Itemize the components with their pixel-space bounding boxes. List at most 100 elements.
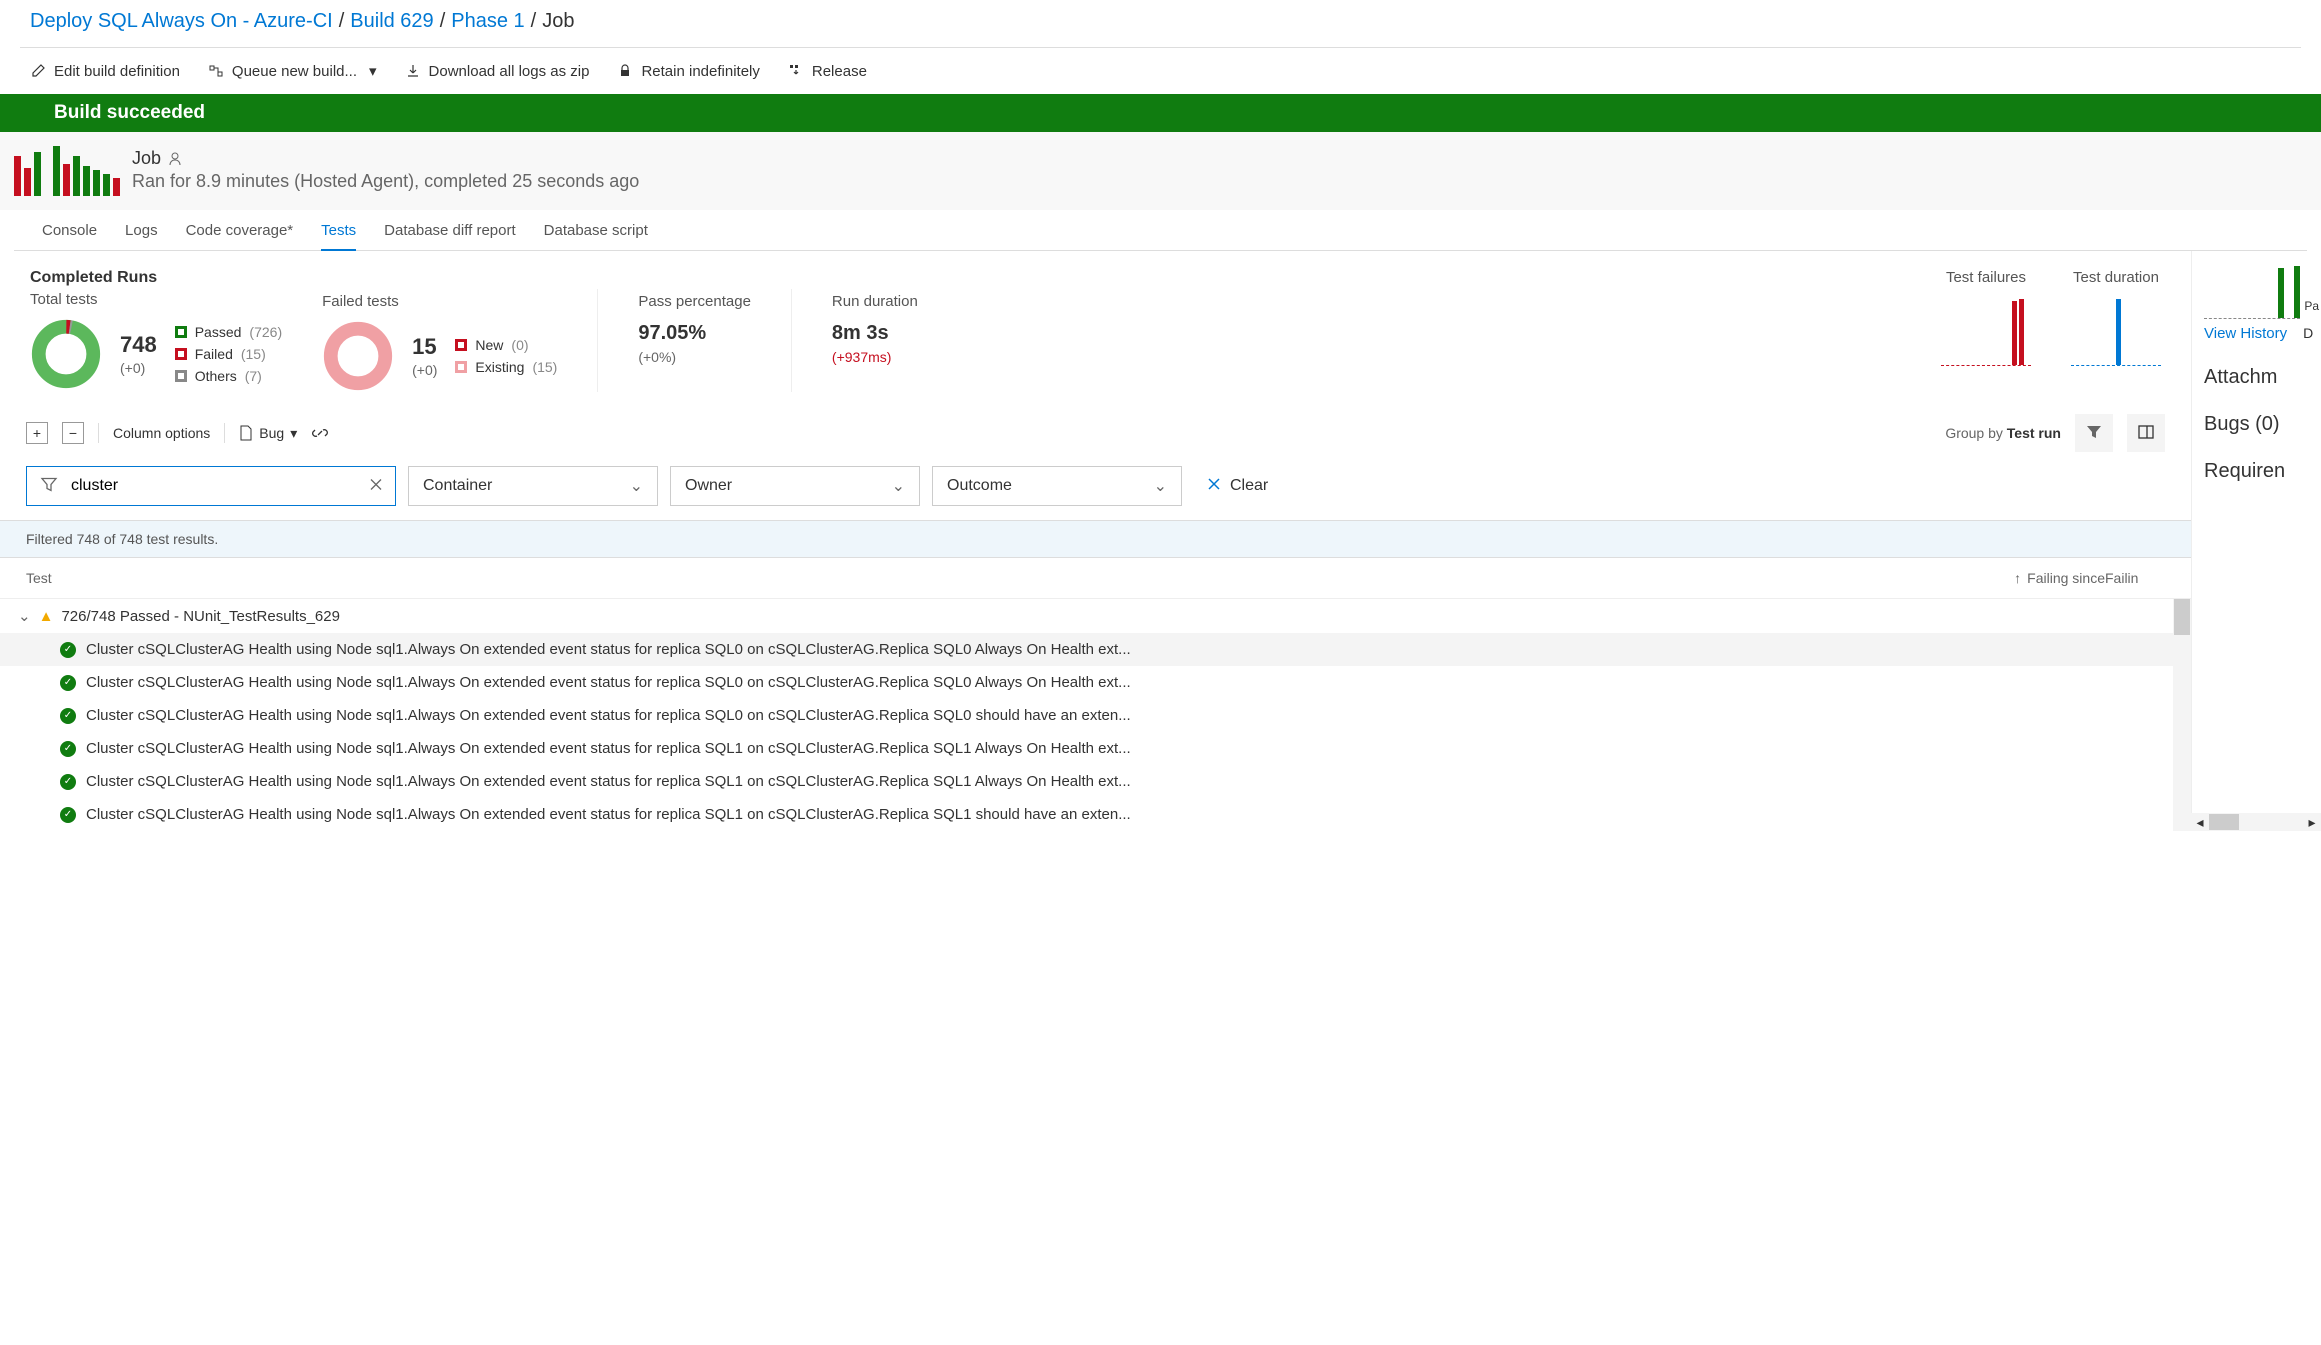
result-group-row[interactable]: ⌄ ▲ 726/748 Passed - NUnit_TestResults_6… bbox=[0, 599, 2191, 633]
col-failing-build[interactable]: Failin bbox=[2105, 570, 2165, 586]
owner-dropdown[interactable]: Owner⌄ bbox=[670, 466, 920, 506]
pass-icon: ✓ bbox=[60, 708, 76, 724]
collapse-all-button[interactable]: − bbox=[62, 422, 84, 444]
col-failing-since[interactable]: ↑ Failing since bbox=[2014, 570, 2105, 586]
lock-icon bbox=[617, 63, 633, 79]
arrow-up-icon: ↑ bbox=[2014, 570, 2021, 586]
test-name: Cluster cSQLClusterAG Health using Node … bbox=[86, 707, 1131, 724]
chevron-down-icon: ⌄ bbox=[18, 607, 31, 625]
search-input[interactable] bbox=[26, 466, 396, 506]
breadcrumb-build[interactable]: Build 629 bbox=[350, 10, 433, 33]
tab-tests[interactable]: Tests bbox=[321, 222, 356, 251]
test-name: Cluster cSQLClusterAG Health using Node … bbox=[86, 806, 1131, 823]
test-summary: Completed Runs Total tests 748 (+0) Pass… bbox=[0, 251, 2191, 400]
chevron-down-icon: ⌄ bbox=[892, 476, 905, 496]
download-logs-button[interactable]: Download all logs as zip bbox=[405, 63, 590, 80]
failed-count: (15) bbox=[241, 346, 266, 362]
group-by-label: Group by Test run bbox=[1945, 425, 2061, 441]
failed-tests-label: Failed tests bbox=[322, 293, 557, 310]
tab-logs[interactable]: Logs bbox=[125, 222, 158, 250]
results-list: ⌄ ▲ 726/748 Passed - NUnit_TestResults_6… bbox=[0, 599, 2191, 831]
new-count: (0) bbox=[511, 337, 528, 353]
download-icon bbox=[405, 63, 421, 79]
link-button[interactable] bbox=[311, 424, 329, 442]
run-dur-value: 8m 3s bbox=[832, 322, 918, 345]
pass-icon: ✓ bbox=[60, 642, 76, 658]
side-pa-label: Pa bbox=[2304, 299, 2319, 313]
release-label: Release bbox=[812, 63, 867, 80]
job-subtitle: Ran for 8.9 minutes (Hosted Agent), comp… bbox=[132, 171, 639, 192]
run-dur-label: Run duration bbox=[832, 293, 918, 310]
others-label: Others bbox=[195, 368, 237, 384]
job-header: Job Ran for 8.9 minutes (Hosted Agent), … bbox=[0, 132, 2321, 210]
pass-icon: ✓ bbox=[60, 741, 76, 757]
tab-console[interactable]: Console bbox=[42, 222, 97, 250]
release-icon bbox=[788, 63, 804, 79]
queue-label: Queue new build... bbox=[232, 63, 357, 80]
chevron-down-icon: ⌄ bbox=[1154, 476, 1167, 496]
tab-database-diff[interactable]: Database diff report bbox=[384, 222, 515, 250]
horizontal-scrollbar[interactable]: ◂ ▸ bbox=[2191, 813, 2321, 831]
edit-build-definition-button[interactable]: Edit build definition bbox=[30, 63, 180, 80]
breadcrumb-current: Job bbox=[542, 10, 574, 33]
chevron-down-icon: ⌄ bbox=[630, 476, 643, 496]
attachments-heading: Attachm bbox=[2204, 366, 2321, 389]
breadcrumb-project[interactable]: Deploy SQL Always On - Azure-CI bbox=[30, 10, 333, 33]
test-failures-label: Test failures bbox=[1946, 269, 2026, 286]
test-duration-spark bbox=[2071, 296, 2161, 366]
queue-new-build-button[interactable]: Queue new build... ▾ bbox=[208, 62, 377, 80]
expand-all-button[interactable]: + bbox=[26, 422, 48, 444]
others-count: (7) bbox=[245, 368, 262, 384]
pass-icon: ✓ bbox=[60, 675, 76, 691]
scroll-right-button[interactable]: ▸ bbox=[2303, 813, 2321, 831]
test-row[interactable]: ✓Cluster cSQLClusterAG Health using Node… bbox=[0, 798, 2191, 831]
test-row[interactable]: ✓ Cluster cSQLClusterAG Health using Node… bbox=[0, 699, 2191, 732]
breadcrumb-phase[interactable]: Phase 1 bbox=[451, 10, 524, 33]
build-toolbar: Edit build definition Queue new build...… bbox=[0, 48, 2321, 94]
file-icon bbox=[239, 425, 253, 441]
release-button[interactable]: Release bbox=[788, 63, 867, 80]
test-row[interactable]: ✓Cluster cSQLClusterAG Health using Node… bbox=[0, 666, 2191, 699]
container-dropdown[interactable]: Container⌄ bbox=[408, 466, 658, 506]
breadcrumb: Deploy SQL Always On - Azure-CI / Build … bbox=[0, 0, 2321, 47]
clear-input-button[interactable] bbox=[368, 477, 384, 496]
test-row[interactable]: ✓ Cluster cSQLClusterAG Health using Node… bbox=[0, 633, 2191, 666]
results-toolbar: + − Column options Bug ▾ Group by Test r… bbox=[0, 400, 2191, 464]
pass-pct-value: 97.05% bbox=[638, 322, 751, 345]
retain-indefinitely-button[interactable]: Retain indefinitely bbox=[617, 63, 759, 80]
side-d-label: D bbox=[2303, 325, 2313, 342]
test-duration-label: Test duration bbox=[2073, 269, 2159, 286]
failed-tests-donut bbox=[322, 320, 394, 392]
pass-icon: ✓ bbox=[60, 774, 76, 790]
chevron-down-icon: ▾ bbox=[290, 425, 297, 442]
run-dur-delta: (+937ms) bbox=[832, 349, 918, 365]
total-tests-value: 748 bbox=[120, 332, 157, 358]
scroll-left-button[interactable]: ◂ bbox=[2191, 813, 2209, 831]
test-name: Cluster cSQLClusterAG Health using Node … bbox=[86, 641, 1131, 658]
column-options-button[interactable]: Column options bbox=[113, 425, 210, 441]
clear-filters-button[interactable]: Clear bbox=[1194, 466, 1280, 506]
link-icon bbox=[311, 424, 329, 442]
vertical-scrollbar[interactable] bbox=[2173, 599, 2191, 831]
layout-toggle-button[interactable] bbox=[2127, 414, 2165, 452]
edit-label: Edit build definition bbox=[54, 63, 180, 80]
group-by-value[interactable]: Test run bbox=[2007, 425, 2061, 441]
test-name: Cluster cSQLClusterAG Health using Node … bbox=[86, 740, 1131, 757]
view-history-link[interactable]: View History bbox=[2204, 325, 2287, 342]
build-status-banner: Build succeeded bbox=[0, 94, 2321, 132]
test-row[interactable]: ✓ Cluster cSQLClusterAG Health using Node… bbox=[0, 765, 2191, 798]
outcome-dropdown[interactable]: Outcome⌄ bbox=[932, 466, 1182, 506]
col-test-label[interactable]: Test bbox=[26, 570, 2014, 586]
test-name: Cluster cSQLClusterAG Health using Node … bbox=[86, 773, 1131, 790]
person-icon bbox=[167, 151, 183, 167]
tab-database-script[interactable]: Database script bbox=[544, 222, 648, 250]
total-tests-delta: (+0) bbox=[120, 360, 157, 376]
tab-code-coverage[interactable]: Code coverage* bbox=[186, 222, 294, 250]
retain-label: Retain indefinitely bbox=[641, 63, 759, 80]
test-row[interactable]: ✓ Cluster cSQLClusterAG Health using Node… bbox=[0, 732, 2191, 765]
group-label: 726/748 Passed - NUnit_TestResults_629 bbox=[61, 608, 340, 625]
new-label: New bbox=[475, 337, 503, 353]
filter-toggle-button[interactable] bbox=[2075, 414, 2113, 452]
bug-button[interactable]: Bug ▾ bbox=[239, 425, 297, 442]
pencil-icon bbox=[30, 63, 46, 79]
